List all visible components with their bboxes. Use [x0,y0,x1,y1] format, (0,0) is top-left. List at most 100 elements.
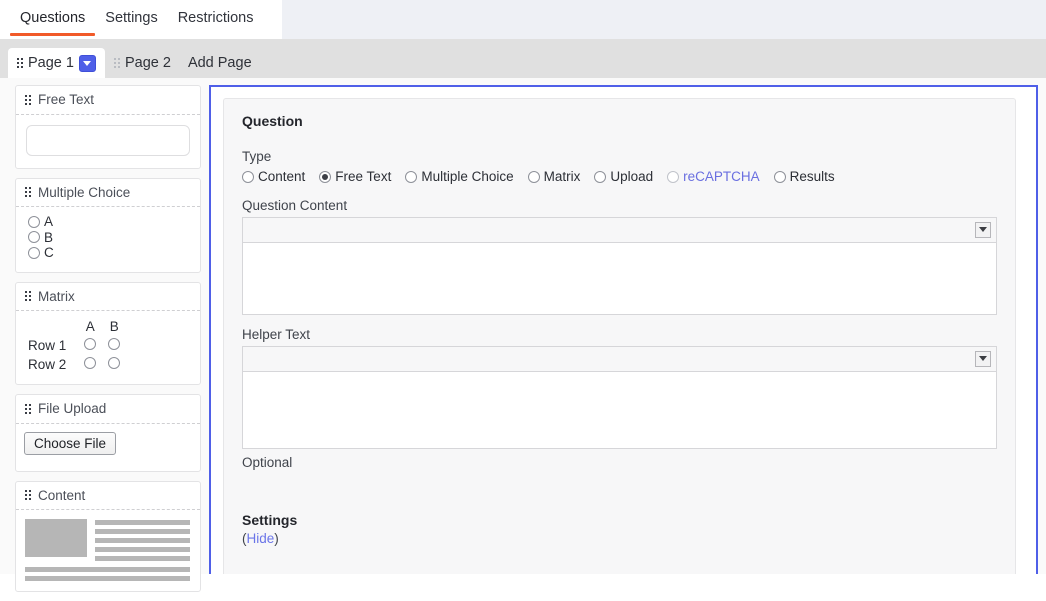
mc-radio-a[interactable] [28,215,40,228]
palette-card-matrix[interactable]: Matrix A B Row 1 Row 2 [15,281,201,385]
type-radio-free-text[interactable] [319,170,332,183]
tab-questions-label: Questions [20,10,86,26]
palette-card-file-upload[interactable]: File Upload Choose File [15,394,201,472]
question-content-textarea[interactable] [242,242,997,315]
matrix-cell[interactable] [78,336,102,355]
type-option-multiple-choice[interactable]: Multiple Choice [405,170,514,184]
helper-text-textarea[interactable] [242,371,997,449]
question-content-label: Question Content [242,197,348,213]
matrix-cell[interactable] [102,336,126,355]
top-tab-list: Questions Settings Restrictions [0,0,282,39]
matrix-radio-r2-a[interactable] [84,357,97,369]
settings-hide-link[interactable]: Hide [247,531,275,546]
palette-card-content[interactable]: Content [15,480,201,592]
chevron-down-icon [979,227,987,232]
palette-card-multiple-choice-title: Multiple Choice [38,184,131,200]
page-tab-page-2[interactable]: Page 2 [105,48,180,78]
mc-option-row[interactable]: C [28,246,190,260]
tab-restrictions[interactable]: Restrictions [168,0,264,39]
mc-option-a-label: A [44,214,54,229]
free-text-preview-input[interactable] [26,124,190,156]
type-radio-matrix[interactable] [527,170,540,183]
palette-card-body [16,115,200,168]
settings-section: Settings (Hide) [242,512,997,546]
palette-card-content-title: Content [38,487,86,503]
type-option-recaptcha[interactable]: reCAPTCHA [667,170,760,184]
type-radio-multiple-choice[interactable] [405,170,418,183]
mc-option-row[interactable]: A [28,215,190,229]
matrix-radio-r2-b[interactable] [108,357,121,369]
palette-card-multiple-choice[interactable]: Multiple Choice A B C [15,177,201,273]
mc-radio-c[interactable] [28,246,40,259]
palette-card-file-upload-title: File Upload [38,401,107,416]
palette-card-header: Matrix [16,283,200,311]
palette-card-body: A B Row 1 Row 2 [16,311,200,384]
page-tab-page-1[interactable]: Page 1 [8,48,105,78]
settings-toggle[interactable]: (Hide) [242,531,997,546]
question-section-title: Question [242,113,303,129]
drag-handle-icon[interactable] [25,94,31,105]
matrix-row-1-label: Row 1 [28,338,67,353]
add-page-button[interactable]: Add Page [180,48,260,78]
chevron-down-icon [979,356,987,361]
content-placeholder-lines [95,519,190,561]
content-placeholder-graphic [25,519,190,581]
drag-handle-icon[interactable] [25,403,31,414]
mc-radio-b[interactable] [28,231,40,244]
question-editor-card: Question Type Content Free Text Multiple… [223,98,1016,574]
mc-option-b-label: B [44,229,54,245]
placeholder-line [95,547,190,552]
question-content-dropdown-button[interactable] [975,221,991,238]
settings-toggle-paren-close: ) [274,530,279,546]
optional-label: Optional [242,454,293,470]
type-option-results[interactable]: Results [773,170,835,184]
matrix-cell[interactable] [78,355,102,374]
palette-card-matrix-title: Matrix [38,288,75,304]
palette-card-body: A B C [16,207,200,272]
placeholder-line [25,576,190,581]
page-1-menu-button[interactable] [78,54,96,72]
matrix-radio-r1-a[interactable] [84,338,97,350]
matrix-cell[interactable] [102,355,126,374]
tab-questions[interactable]: Questions [10,0,96,39]
palette-card-header: Content [16,482,200,510]
drag-handle-icon[interactable] [17,58,23,68]
tab-settings[interactable]: Settings [95,0,167,39]
tab-restrictions-label: Restrictions [177,10,254,26]
matrix-preview-table: A B Row 1 Row 2 [28,317,126,374]
drag-handle-icon[interactable] [25,187,31,198]
helper-text-editor[interactable] [242,345,997,449]
top-tab-strip: Questions Settings Restrictions [0,0,1046,39]
palette-card-free-text[interactable]: Free Text [15,85,201,169]
matrix-col-b-label: B [109,319,119,334]
type-option-free-text[interactable]: Free Text [319,170,391,184]
palette-card-free-text-title: Free Text [38,92,95,107]
helper-text-dropdown-button[interactable] [975,350,991,367]
helper-text-toolbar [242,345,997,372]
type-option-free-text-label: Free Text [335,169,392,184]
type-option-content[interactable]: Content [242,170,305,184]
type-option-matrix[interactable]: Matrix [527,169,581,184]
image-placeholder-icon [25,519,87,557]
type-radio-upload[interactable] [594,170,607,183]
matrix-corner-cell [28,317,78,336]
type-radio-recaptcha[interactable] [667,170,680,183]
mc-option-row[interactable]: B [28,229,190,245]
helper-text-label: Helper Text [242,326,311,342]
type-option-matrix-label: Matrix [543,169,581,184]
type-option-upload[interactable]: Upload [594,170,653,184]
type-radio-content[interactable] [242,170,254,183]
choose-file-button[interactable]: Choose File [24,431,117,455]
drag-handle-icon[interactable] [25,291,31,302]
type-label: Type [242,149,272,164]
drag-handle-icon[interactable] [113,58,120,68]
placeholder-line [25,567,190,572]
type-radio-results[interactable] [773,170,786,183]
matrix-row-2-label: Row 2 [28,357,67,372]
drag-handle-icon[interactable] [25,490,31,501]
question-content-editor[interactable] [242,216,997,315]
page-tab-strip: Page 1 Page 2 Add Page [0,39,1046,78]
matrix-row: Row 2 [28,355,126,374]
question-editor-panel[interactable]: Question Type Content Free Text Multiple… [209,85,1038,574]
matrix-radio-r1-b[interactable] [108,338,121,350]
